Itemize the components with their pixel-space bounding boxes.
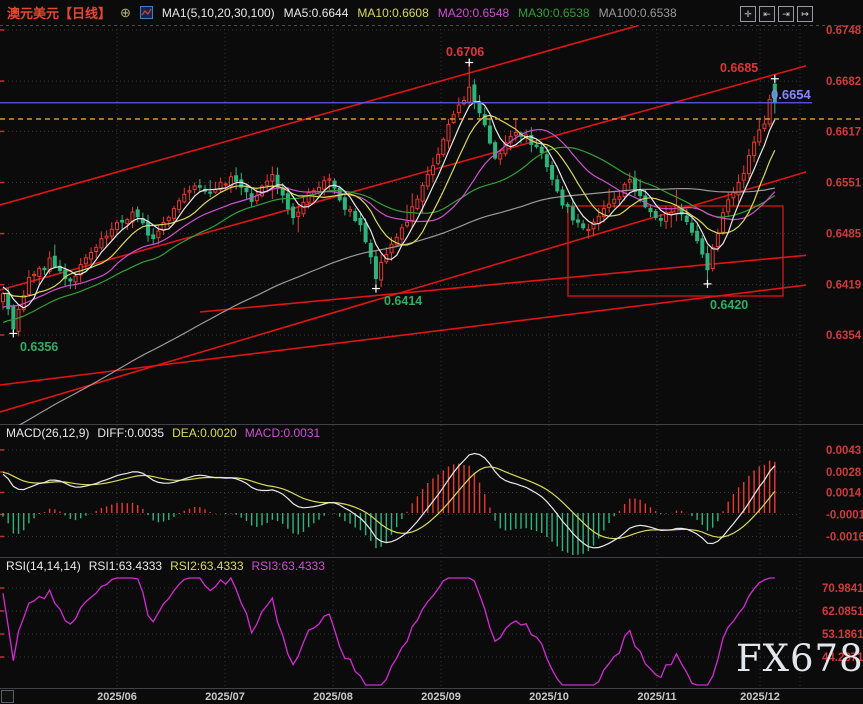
legend-item: MA100:0.6538 (599, 6, 677, 20)
legend-item: DIFF:0.0035 (97, 426, 164, 440)
legend-item: RSI(14,14,14) (6, 559, 81, 573)
svg-text:0.6654: 0.6654 (771, 87, 812, 102)
legend-item: RSI1:63.4333 (89, 559, 162, 573)
settings-icon[interactable]: ⊕ (120, 5, 131, 21)
svg-text:70.9841: 70.9841 (822, 583, 863, 595)
svg-text:2025/07: 2025/07 (205, 691, 245, 703)
svg-text:2025/10: 2025/10 (529, 691, 569, 703)
scale-right-icon[interactable]: ⇥ (778, 6, 794, 22)
chart-type-icon[interactable] (140, 6, 153, 19)
svg-text:0.6356: 0.6356 (20, 340, 58, 354)
legend-item: MA30:0.6538 (518, 6, 589, 20)
svg-text:2025/09: 2025/09 (421, 691, 461, 703)
svg-text:-0.0016: -0.0016 (826, 531, 863, 543)
legend-item: RSI2:63.4333 (170, 559, 243, 573)
svg-text:0.6682: 0.6682 (826, 76, 861, 88)
svg-text:0.0014: 0.0014 (826, 487, 862, 499)
top-bar: 澳元美元【日线】 ⊕ MA1(5,10,20,30,100) MA5:0.6644… (0, 0, 863, 25)
macd-header: MACD(26,12,9) DIFF:0.0035 DEA:0.0020 MACD:0… (6, 426, 328, 440)
svg-text:0.0028: 0.0028 (826, 467, 862, 479)
svg-text:0.6685: 0.6685 (720, 61, 758, 75)
legend-item: RSI3:63.4333 (252, 559, 325, 573)
svg-text:-0.0001: -0.0001 (826, 509, 863, 521)
scale-left-icon[interactable]: ⇤ (759, 6, 775, 22)
svg-text:62.0851: 62.0851 (822, 606, 863, 618)
chart-canvas[interactable]: 0.6654 0.6706 0.6685 0.6356 0.6414 0.6420 0.67… (0, 0, 863, 704)
svg-text:0.6420: 0.6420 (710, 298, 748, 312)
rsi-header: RSI(14,14,14) RSI1:63.4333 RSI2:63.4333 RSI… (6, 559, 333, 573)
corner-handle[interactable] (1, 690, 14, 703)
svg-text:2025/12: 2025/12 (740, 691, 780, 703)
svg-text:2025/08: 2025/08 (313, 691, 353, 703)
legend-item: DEA:0.0020 (172, 426, 237, 440)
watermark: FX678 (736, 640, 863, 677)
legend-item: MACD:0.0031 (245, 426, 320, 440)
svg-text:0.6706: 0.6706 (446, 45, 484, 59)
svg-text:0.6748: 0.6748 (826, 25, 862, 37)
exit-icon[interactable]: ↦ (797, 6, 813, 22)
ma-legend: MA1(5,10,20,30,100) MA5:0.6644 MA10:0.6608… (162, 6, 686, 20)
svg-text:0.6551: 0.6551 (826, 177, 862, 189)
svg-text:0.6419: 0.6419 (826, 280, 861, 292)
chart-toolbar: ✛⇤⇥↦ (740, 6, 813, 22)
svg-text:0.6485: 0.6485 (826, 229, 862, 241)
chart-app: 0.6654 0.6706 0.6685 0.6356 0.6414 0.6420 0.67… (0, 0, 863, 704)
svg-text:2025/06: 2025/06 (97, 691, 137, 703)
svg-text:0.0043: 0.0043 (826, 445, 861, 457)
svg-text:0.6414: 0.6414 (384, 294, 422, 308)
svg-text:0.6617: 0.6617 (826, 126, 861, 138)
pan-icon[interactable]: ✛ (740, 6, 756, 22)
ma-group-label: MA1(5,10,20,30,100) (162, 6, 275, 20)
svg-text:2025/11: 2025/11 (637, 691, 676, 703)
svg-text:0.6354: 0.6354 (826, 330, 862, 342)
legend-item: MA5:0.6644 (284, 6, 349, 20)
symbol-title: 澳元美元【日线】 (7, 3, 111, 22)
legend-item: MA10:0.6608 (357, 6, 428, 20)
legend-item: MACD(26,12,9) (6, 426, 89, 440)
legend-item: MA20:0.6548 (438, 6, 509, 20)
